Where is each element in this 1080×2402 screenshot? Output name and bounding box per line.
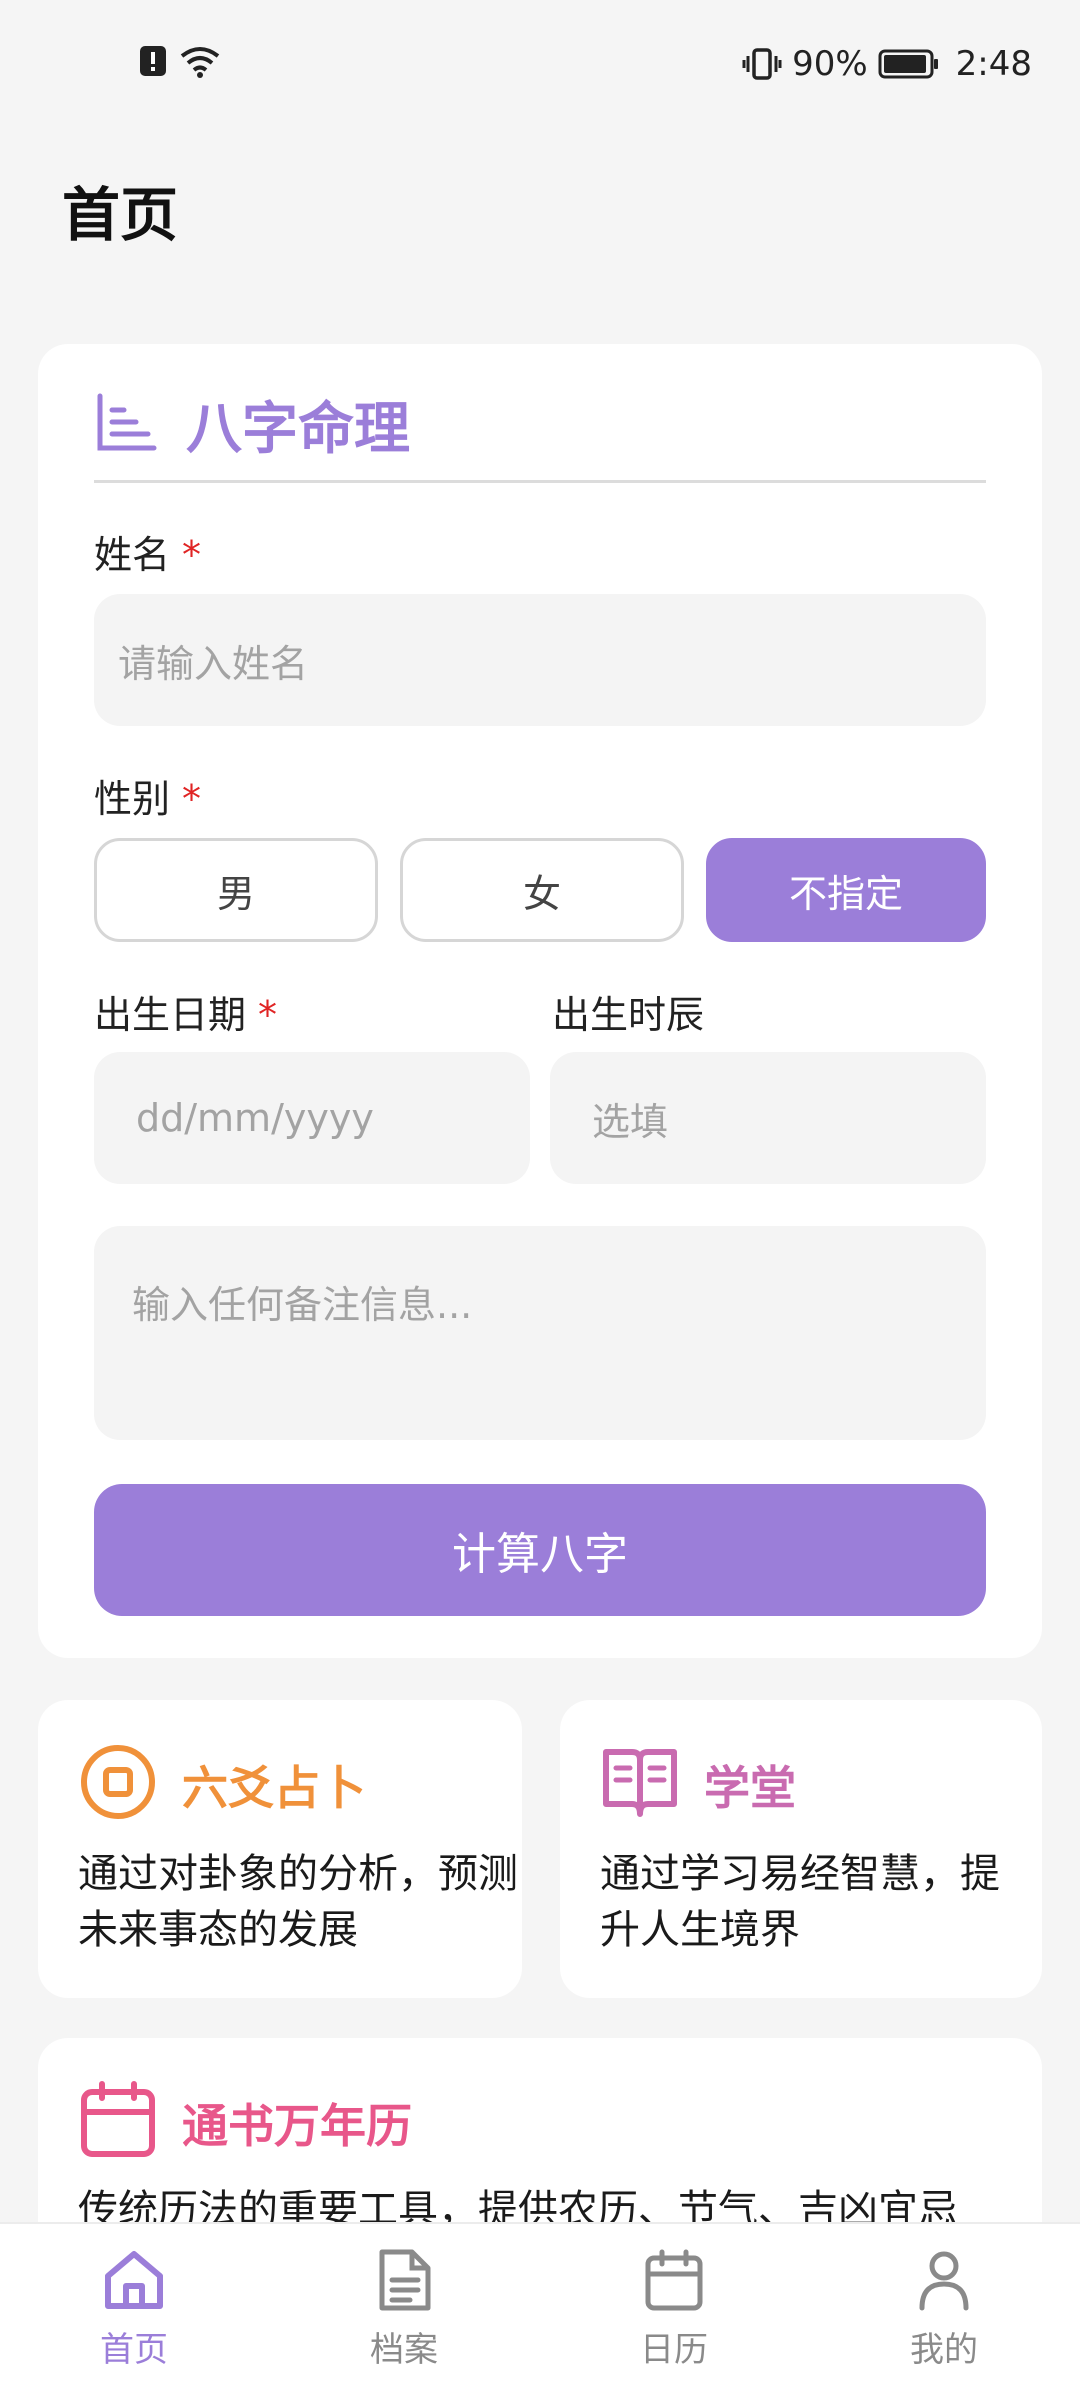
profile-icon [919,2251,969,2311]
book-icon [603,1749,677,1817]
gender-option-female[interactable]: 女 [400,838,684,942]
calendar-icon [81,2081,155,2157]
required-mark: * [258,993,278,1037]
feature-title: 通书万年历 [182,2099,412,2153]
gender-option-unspecified[interactable]: 不指定 [706,838,986,942]
name-input[interactable]: 请输入姓名 [94,594,986,726]
name-label: 姓名 * [94,533,202,577]
nav-item-profile[interactable]: 我的 [844,2248,1044,2371]
notes-textarea[interactable]: 输入任何备注信息... [94,1226,986,1440]
wifi-icon [180,47,220,78]
coin-icon [81,1745,155,1819]
bazi-title: 八字命理 [186,397,410,462]
nav-item-home[interactable]: 首页 [34,2248,234,2371]
battery-icon [878,49,938,79]
vibrate-icon [742,48,782,80]
birth-date-input[interactable]: dd/mm/yyyy [94,1052,530,1184]
chart-list-icon [97,393,157,451]
gender-label: 性别 * [94,777,202,821]
calculate-bazi-button[interactable]: 计算八字 [94,1484,986,1616]
status-left [138,44,222,78]
feature-desc: 通过对卦象的分析，预测未来事态的发展 [78,1851,518,1953]
document-icon [379,2249,431,2311]
home-icon [105,2251,163,2309]
birth-date-label: 出生日期 * [94,993,278,1037]
status-bar: 90% 2:48 [0,0,1080,130]
battery-percent: 90% [792,44,868,84]
feature-card-liuyao[interactable]: 六爻占卜 通过对卦象的分析，预测未来事态的发展 [38,1700,522,1998]
feature-card-xuetang[interactable]: 学堂 通过学习易经智慧，提升人生境界 [560,1700,1042,1998]
bazi-form-card: 八字命理 姓名 * 请输入姓名 性别 * 男 女 不指定 出生日期 * 出生时辰 dd… [38,344,1042,1658]
nav-label: 首页 [100,2330,168,2370]
feature-title: 学堂 [704,1761,796,1815]
status-right: 90% 2:48 [742,44,1032,84]
required-mark: * [182,777,202,821]
bazi-card-header: 八字命理 [94,390,986,483]
birth-hour-label: 出生时辰 [552,993,705,1037]
alert-icon [140,46,166,76]
nav-item-calendar[interactable]: 日历 [574,2248,774,2371]
clock: 2:48 [955,44,1032,84]
nav-label: 档案 [370,2330,438,2370]
feature-title: 六爻占卜 [182,1761,366,1815]
nav-item-archive[interactable]: 档案 [304,2248,504,2371]
gender-option-male[interactable]: 男 [94,838,378,942]
birth-hour-input[interactable]: 选填 [550,1052,986,1184]
required-mark: * [182,533,202,577]
feature-desc: 通过学习易经智慧，提升人生境界 [600,1851,1000,1953]
page-title: 首页 [62,181,179,249]
nav-label: 日历 [640,2330,708,2370]
bottom-nav: 首页 档案 日历 我的 [0,2222,1080,2402]
calendar-icon [645,2249,703,2311]
nav-label: 我的 [910,2330,978,2370]
